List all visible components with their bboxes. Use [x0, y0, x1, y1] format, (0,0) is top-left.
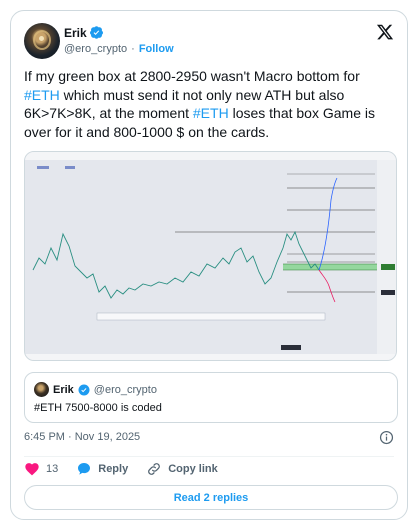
tweet-timestamp[interactable]: 6:45 PM · Nov 19, 2025 [24, 431, 140, 443]
read-replies-button[interactable]: Read 2 replies [24, 485, 398, 510]
author-handle-row: @ero_crypto · Follow [64, 43, 174, 55]
author-name-row: Erik [64, 24, 174, 41]
like-button[interactable]: 13 [24, 461, 58, 477]
reply-label: Reply [98, 463, 129, 475]
tweet-text: If my green box at 2800-2950 wasn't Macr… [24, 67, 396, 141]
author-handle[interactable]: @ero_crypto [64, 43, 127, 55]
divider [24, 456, 394, 457]
action-bar: 13 Reply Copy link [24, 460, 236, 478]
quoted-author-name: Erik [53, 383, 74, 396]
quoted-tweet[interactable]: Erik @ero_crypto #ETH 7500-8000 is coded [24, 372, 398, 423]
heart-icon [25, 463, 39, 476]
reply-bubble-icon [78, 463, 91, 475]
avatar-eye-decoration [39, 36, 44, 41]
copy-link-label: Copy link [168, 463, 218, 475]
reply-button[interactable]: Reply [76, 461, 128, 477]
tradingview-chart-screenshot [25, 152, 396, 360]
copy-link-button[interactable]: Copy link [146, 461, 218, 477]
tweet-card: Erik @ero_crypto · Follow If my green bo… [10, 10, 408, 520]
hashtag-link[interactable]: #ETH [193, 105, 229, 121]
tweet-text-part: If my green box at 2800-2950 wasn't Macr… [24, 68, 360, 84]
verified-badge-icon [89, 26, 103, 39]
quoted-author-avatar [34, 382, 49, 397]
like-count: 13 [46, 463, 59, 475]
verified-badge-icon [78, 384, 90, 395]
author-name[interactable]: Erik [64, 26, 87, 40]
dot-separator: · [131, 43, 135, 55]
info-icon[interactable] [379, 430, 394, 445]
quoted-tweet-text: #ETH 7500-8000 is coded [34, 402, 162, 414]
author-info: Erik @ero_crypto · Follow [64, 24, 174, 56]
follow-button[interactable]: Follow [139, 43, 174, 55]
quoted-tweet-header: Erik @ero_crypto [34, 382, 157, 397]
quoted-author-handle: @ero_crypto [93, 383, 157, 396]
x-logo-icon[interactable] [376, 23, 394, 41]
author-avatar[interactable] [24, 23, 60, 59]
hashtag-link[interactable]: #ETH [24, 87, 60, 103]
tweet-header: Erik @ero_crypto · Follow [24, 23, 394, 59]
chart-screenshot-image[interactable] [24, 151, 397, 361]
link-icon [148, 463, 161, 475]
